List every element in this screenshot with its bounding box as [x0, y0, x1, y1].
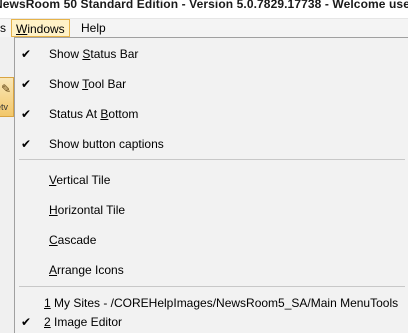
- menu-item-open-window-2[interactable]: ✔ 2 Image Editor: [15, 311, 408, 333]
- menu-bar: s Windows Help: [0, 18, 408, 38]
- checkmark-icon: ✔: [20, 47, 32, 61]
- menu-item-label: Status At Bottom: [49, 107, 139, 121]
- menu-item-label: Vertical Tile: [49, 173, 111, 187]
- windows-dropdown-menu: ✔ Show Status Bar ✔ Show Tool Bar ✔ Stat…: [14, 37, 408, 333]
- menu-item-status-at-bottom[interactable]: ✔ Status At Bottom: [15, 103, 408, 125]
- window-label: Image Editor: [54, 315, 123, 329]
- menu-windows-hotkey: W: [16, 22, 28, 36]
- menu-help[interactable]: Help: [76, 19, 111, 37]
- checkmark-icon: ✔: [20, 315, 32, 329]
- menu-item-show-button-captions[interactable]: ✔ Show button captions: [15, 133, 408, 155]
- title-bar: NewsRoom 50 Standard Edition - Version 5…: [0, 0, 408, 18]
- menu-item-cascade[interactable]: Cascade: [15, 229, 408, 251]
- menu-item-label: Horizontal Tile: [49, 203, 126, 217]
- menu-item-label: Show button captions: [49, 137, 164, 151]
- menu-clipped-item[interactable]: s: [0, 19, 11, 37]
- menu-help-label: Help: [81, 21, 106, 35]
- toolbar-button-partial[interactable]: ✎ etv: [0, 77, 14, 117]
- menu-item-label: Show Status Bar: [49, 47, 139, 61]
- menu-item-label: Cascade: [49, 233, 97, 247]
- checkmark-icon: ✔: [20, 107, 32, 121]
- menu-item-show-status-bar[interactable]: ✔ Show Status Bar: [15, 43, 408, 65]
- menu-clipped-label: s: [0, 21, 6, 35]
- window-number: 2: [44, 315, 51, 329]
- menu-separator: [19, 286, 405, 287]
- menu-separator: [19, 159, 405, 160]
- menu-item-arrange-icons[interactable]: Arrange Icons: [15, 259, 408, 281]
- menu-item-show-tool-bar[interactable]: ✔ Show Tool Bar: [15, 73, 408, 95]
- checkmark-icon: ✔: [20, 77, 32, 91]
- checkmark-icon: ✔: [20, 137, 32, 151]
- window-title: NewsRoom 50 Standard Edition - Version 5…: [0, 0, 408, 11]
- menu-item-vertical-tile[interactable]: Vertical Tile: [15, 169, 408, 191]
- menu-item-label: Arrange Icons: [49, 263, 124, 277]
- pen-icon: ✎: [1, 82, 12, 96]
- toolbar-button-label: etv: [0, 102, 9, 112]
- menu-windows-rest: indows: [27, 22, 65, 36]
- menu-item-label: Show Tool Bar: [49, 77, 127, 91]
- menu-item-horizontal-tile[interactable]: Horizontal Tile: [15, 199, 408, 221]
- menu-windows[interactable]: Windows: [11, 19, 70, 37]
